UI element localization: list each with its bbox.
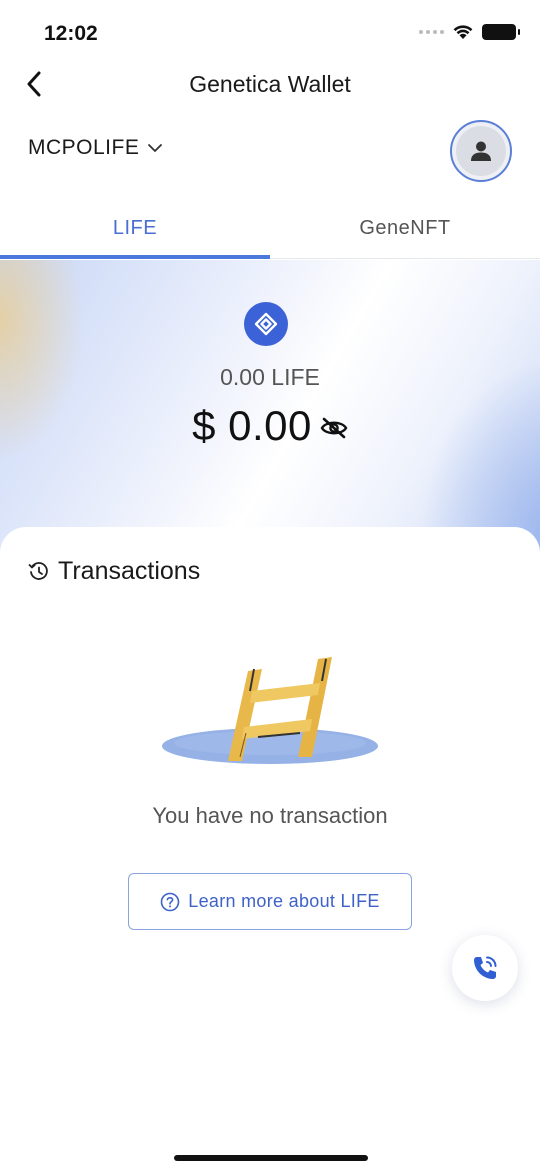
ladder-hole-illustration <box>162 657 378 764</box>
transactions-header: Transactions <box>28 557 200 586</box>
status-icons <box>419 24 520 40</box>
wifi-icon <box>453 25 473 39</box>
chevron-down-icon <box>148 144 163 152</box>
empty-state-message: You have no transaction <box>152 803 388 828</box>
learn-more-label: Learn more about LIFE <box>188 891 380 911</box>
nav-bar: Genetica Wallet <box>0 60 540 110</box>
balance-card: 0.00 LIFE $ 0.00 <box>0 260 540 560</box>
account-name: MCPOLIFE <box>28 136 140 159</box>
transactions-panel: Transactions You have no transaction Lea… <box>0 527 540 1171</box>
signal-icon <box>419 30 444 34</box>
tab-bar: LIFE GeneNFT <box>0 205 540 259</box>
phone-call-icon <box>474 956 497 979</box>
toggle-balance-visibility[interactable] <box>320 417 348 444</box>
fiat-balance-row: $ 0.00 <box>0 402 540 450</box>
status-bar: 12:02 <box>0 0 540 60</box>
history-icon <box>28 561 48 580</box>
question-circle-icon <box>160 892 180 911</box>
eye-off-icon <box>320 417 348 438</box>
life-coin-icon <box>244 302 288 346</box>
transactions-title: Transactions <box>58 557 201 585</box>
tab-genenft[interactable]: GeneNFT <box>270 205 540 259</box>
token-balance: 0.00 LIFE <box>220 364 320 390</box>
support-call-button[interactable] <box>452 935 518 1001</box>
account-row: MCPOLIFE <box>0 118 540 182</box>
learn-more-button[interactable]: Learn more about LIFE <box>128 873 412 930</box>
fiat-balance: $ 0.00 <box>192 402 312 449</box>
battery-icon <box>482 24 520 40</box>
home-indicator[interactable] <box>174 1155 368 1161</box>
person-icon <box>471 141 491 161</box>
avatar-placeholder <box>456 126 506 176</box>
status-time: 12:02 <box>44 22 98 45</box>
page-title: Genetica Wallet <box>189 71 351 97</box>
avatar[interactable] <box>450 120 512 182</box>
account-selector[interactable]: MCPOLIFE <box>28 136 163 160</box>
tab-life[interactable]: LIFE <box>0 205 270 259</box>
